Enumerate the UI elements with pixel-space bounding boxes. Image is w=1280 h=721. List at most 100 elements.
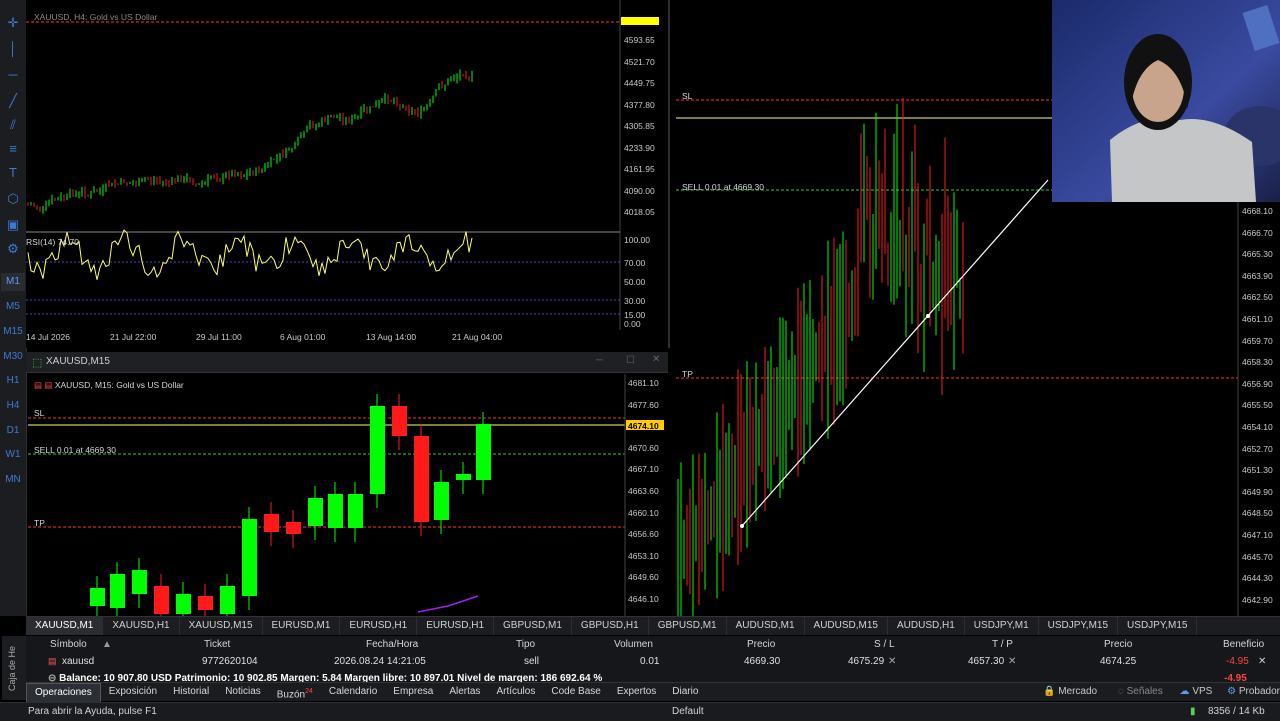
- header-price[interactable]: Precio: [747, 639, 775, 650]
- trendline-icon[interactable]: ╱: [4, 92, 22, 110]
- vps-icon[interactable]: ☁: [1180, 686, 1190, 697]
- symbol-tab[interactable]: XAUUSD,H1: [103, 617, 180, 635]
- header-symbol[interactable]: Símbolo: [50, 639, 87, 650]
- header-current-price[interactable]: Precio: [1104, 639, 1132, 650]
- price-tick: 4663.60: [628, 486, 659, 496]
- header-tp[interactable]: T / P: [992, 639, 1013, 650]
- toolbox-tab[interactable]: Noticias: [217, 683, 269, 701]
- symbol-tab[interactable]: USDJPY,M1: [965, 617, 1039, 635]
- vps-link[interactable]: VPS: [1192, 686, 1212, 697]
- timeframe-h1[interactable]: H1: [1, 372, 25, 390]
- price-tick: 4161.95: [624, 164, 655, 174]
- candle-body: [220, 586, 235, 614]
- symbol-tab[interactable]: USDJPY,M15: [1039, 617, 1119, 635]
- signals-link[interactable]: Señales: [1127, 686, 1163, 697]
- toolbox-tab[interactable]: Buzón24: [269, 683, 321, 701]
- symbol-tab[interactable]: AUDUSD,M15: [805, 617, 888, 635]
- trendline-mid-anchor[interactable]: [926, 314, 930, 318]
- rsi-label: RSI(14) 74.70: [26, 237, 79, 247]
- timeframe-m5[interactable]: M5: [1, 298, 25, 316]
- toolbox-tab[interactable]: Empresa: [385, 683, 441, 701]
- rsi-tick: 70.00: [624, 258, 646, 268]
- toolbox-tab[interactable]: Diario: [664, 683, 706, 701]
- remove-tp-icon[interactable]: ✕: [1008, 656, 1016, 667]
- rectangle-icon[interactable]: ▣: [4, 216, 22, 234]
- candle-body: [110, 574, 125, 608]
- symbol-tab[interactable]: USDJPY,M15: [1118, 617, 1198, 635]
- timeframe-w1[interactable]: W1: [1, 446, 25, 464]
- header-ticket[interactable]: Ticket: [204, 639, 230, 650]
- chart-h4-svg[interactable]: [26, 0, 666, 348]
- gann-icon[interactable]: ⚙: [4, 240, 22, 258]
- chart-m15-svg[interactable]: [28, 374, 668, 616]
- header-sl[interactable]: S / L: [874, 639, 895, 650]
- header-type[interactable]: Tipo: [516, 639, 535, 650]
- toolbox-tab[interactable]: Operaciones: [26, 683, 101, 702]
- m1-sl-label: SL: [682, 91, 693, 101]
- market-icon[interactable]: 🔒: [1043, 686, 1055, 697]
- header-datetime[interactable]: Fecha/Hora: [366, 639, 418, 650]
- chart-m15-window[interactable]: ▤ ▤ XAUUSD, M15: Gold vs US Dollar SL SE…: [28, 374, 668, 616]
- toolbox-tab[interactable]: Code Base: [543, 683, 608, 701]
- maximize-icon[interactable]: ☐: [626, 355, 635, 366]
- crosshair-icon[interactable]: ✛: [4, 14, 22, 32]
- price-tick: 4652.70: [1242, 443, 1273, 454]
- sort-arrow-icon[interactable]: ▲: [102, 639, 112, 650]
- cell-type: sell: [524, 656, 540, 667]
- toolbox-tab[interactable]: Exposición: [101, 683, 165, 701]
- toolbox-tab[interactable]: Expertos: [609, 683, 664, 701]
- vertical-line-icon[interactable]: │: [4, 40, 22, 58]
- timeframe-m15[interactable]: M15: [1, 323, 25, 341]
- status-profile[interactable]: Default: [672, 703, 704, 721]
- trendline-anchor[interactable]: [740, 524, 744, 528]
- timeframe-mn[interactable]: MN: [1, 471, 25, 489]
- toolbox-tab-label: Buzón: [276, 689, 306, 701]
- symbol-tab[interactable]: AUDUSD,H1: [888, 617, 965, 635]
- symbol-tab[interactable]: XAUUSD,M15: [180, 617, 263, 635]
- text-icon[interactable]: T: [4, 164, 22, 182]
- symbol-tab[interactable]: XAUUSD,M1: [26, 617, 104, 635]
- h4-candles: [27, 69, 473, 214]
- timeframe-h4[interactable]: H4: [1, 397, 25, 415]
- channel-icon[interactable]: ⫽: [4, 116, 22, 134]
- symbol-tab[interactable]: EURUSD,M1: [263, 617, 341, 635]
- toolbox-tab[interactable]: Calendario: [321, 683, 385, 701]
- toolbox-tab[interactable]: Historial: [165, 683, 217, 701]
- minimize-icon[interactable]: ─: [596, 355, 603, 366]
- toolbox-tab-label: Alertas: [449, 686, 481, 697]
- close-position-icon[interactable]: ✕: [1258, 656, 1266, 667]
- toolbox-tab[interactable]: Artículos: [488, 683, 543, 701]
- cell-tp[interactable]: 4657.30: [968, 656, 1004, 667]
- symbol-tab[interactable]: EURUSD,H1: [417, 617, 495, 635]
- header-profit[interactable]: Beneficio: [1223, 639, 1264, 650]
- symbol-tab[interactable]: GBPUSD,H1: [572, 617, 649, 635]
- tester-icon[interactable]: ⚙: [1227, 686, 1236, 697]
- close-icon[interactable]: ✕: [652, 354, 660, 365]
- tester-link[interactable]: Probador: [1239, 686, 1280, 697]
- status-help: Para abrir la Ayuda, pulse F1: [28, 706, 157, 717]
- symbol-tab[interactable]: GBPUSD,M1: [649, 617, 727, 635]
- chart-m15-titlebar[interactable]: ⬚ XAUUSD,M15 ─ ☐ ✕: [26, 352, 668, 373]
- cell-sl[interactable]: 4675.29: [848, 656, 884, 667]
- toolbox-tab[interactable]: Alertas: [441, 683, 488, 701]
- horizontal-line-icon[interactable]: ─: [4, 66, 22, 84]
- symbol-tab[interactable]: EURUSD,H1: [340, 617, 418, 635]
- chart-h4-window[interactable]: XAUUSD, H4: Gold vs US Dollar 4593.65 452…: [26, 0, 670, 348]
- webcam-image: [1052, 0, 1280, 202]
- candle-body: [414, 436, 429, 522]
- timeframe-m1[interactable]: M1: [1, 273, 25, 291]
- m15-current-price: 4674.10: [628, 421, 659, 431]
- timeframe-d1[interactable]: D1: [1, 422, 25, 440]
- signals-icon[interactable]: ◌: [1118, 686, 1124, 697]
- market-link[interactable]: Mercado: [1058, 686, 1097, 697]
- timeframe-m30[interactable]: M30: [1, 348, 25, 366]
- fibonacci-icon[interactable]: ≡: [4, 140, 22, 158]
- symbol-tab[interactable]: AUDUSD,M1: [727, 617, 805, 635]
- shapes-icon[interactable]: ⬡: [4, 190, 22, 208]
- remove-sl-icon[interactable]: ✕: [888, 656, 896, 667]
- header-volume[interactable]: Volumen: [614, 639, 653, 650]
- price-tick: 4661.10: [1242, 314, 1273, 324]
- trendline[interactable]: [741, 179, 1049, 527]
- symbol-tab[interactable]: GBPUSD,M1: [494, 617, 572, 635]
- price-tick: 4649.90: [1242, 486, 1273, 497]
